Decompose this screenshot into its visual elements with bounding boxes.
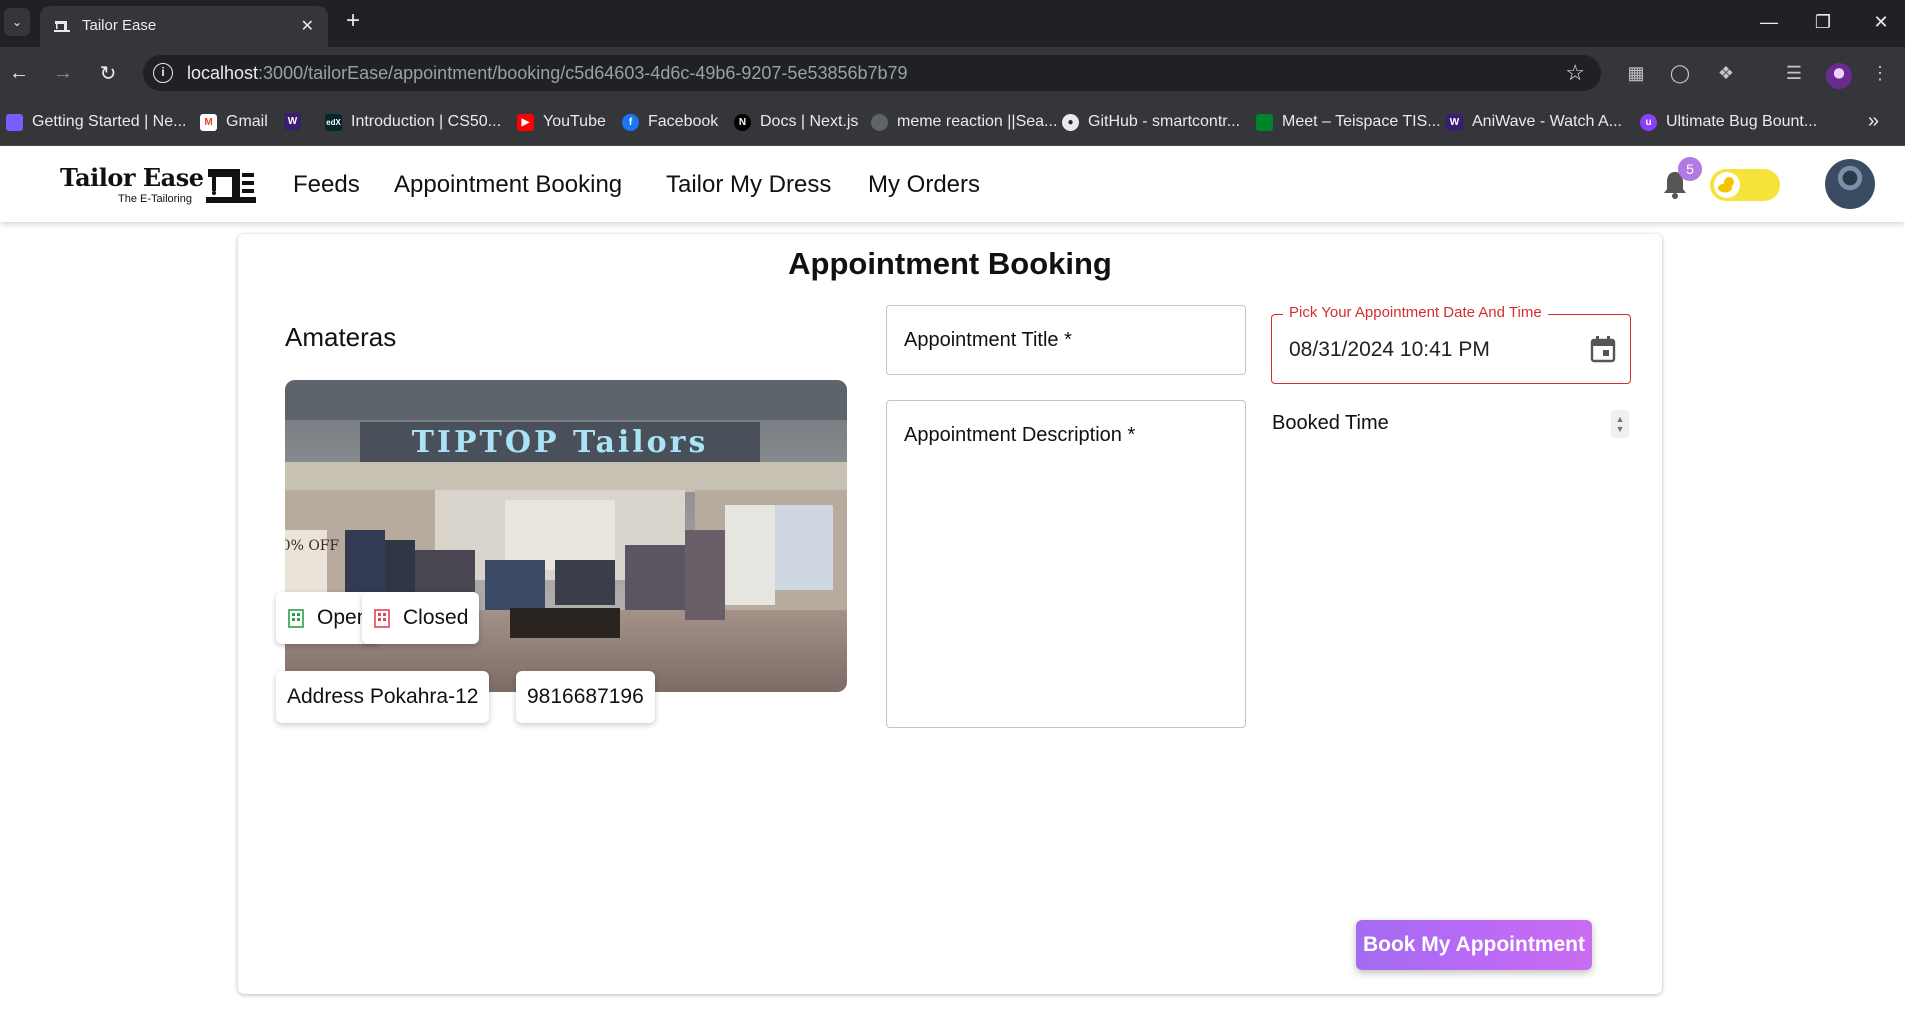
tab-search-chevron-icon[interactable]: ⌄ bbox=[4, 8, 30, 36]
w-icon: W bbox=[1446, 113, 1463, 131]
theme-toggle[interactable] bbox=[1710, 169, 1780, 201]
datetime-value: 08/31/2024 10:41 PM bbox=[1289, 338, 1490, 361]
bookmark-item[interactable]: W bbox=[284, 113, 310, 130]
browser-toolbar: ← → ↻ i localhost:3000/tailorEase/appoin… bbox=[0, 47, 1905, 98]
w-icon: W bbox=[284, 113, 301, 130]
browser-tab-active[interactable]: Tailor Ease ✕ bbox=[40, 6, 328, 47]
building-closed-icon bbox=[374, 609, 390, 628]
shield-icon bbox=[6, 113, 23, 131]
extensions-puzzle-icon[interactable]: ❖ bbox=[1714, 61, 1738, 85]
address-chip: Address Pokahra-12 bbox=[276, 671, 490, 723]
browser-profile-avatar[interactable] bbox=[1826, 63, 1852, 89]
forward-icon[interactable]: → bbox=[49, 59, 77, 87]
logo-subtitle: The E-Tailoring bbox=[118, 193, 192, 205]
meet-icon bbox=[1256, 113, 1273, 131]
bookmark-item[interactable]: Getting Started | Ne... bbox=[6, 113, 186, 131]
closed-status-chip[interactable]: Closed bbox=[362, 592, 480, 644]
address-text: Address Pokahra-12 bbox=[287, 685, 479, 708]
bookmark-item[interactable]: ▶ YouTube bbox=[517, 113, 606, 131]
edx-icon: edX bbox=[325, 113, 342, 131]
bookmarks-bar: Getting Started | Ne... M Gmail W edX Intr… bbox=[0, 98, 1905, 146]
nav-my-orders[interactable]: My Orders bbox=[868, 171, 980, 199]
youtube-icon: ▶ bbox=[517, 113, 534, 131]
more-bookmarks-icon[interactable]: » bbox=[1868, 110, 1879, 133]
phone-chip: 9816687196 bbox=[516, 671, 655, 723]
bookmark-item[interactable]: N Docs | Next.js bbox=[734, 113, 858, 131]
bookmark-item[interactable]: W AniWave - Watch A... bbox=[1446, 113, 1622, 131]
close-tab-icon[interactable]: ✕ bbox=[301, 16, 314, 36]
sun-cloud-icon bbox=[1714, 172, 1740, 198]
site-info-icon[interactable]: i bbox=[153, 63, 173, 83]
appointment-description-label: Appointment Description * bbox=[904, 424, 1136, 446]
reload-icon[interactable]: ↻ bbox=[94, 59, 122, 87]
new-tab-icon[interactable]: + bbox=[346, 7, 360, 35]
bookmark-item[interactable]: f Facebook bbox=[622, 113, 718, 131]
close-window-icon[interactable]: ✕ bbox=[1866, 8, 1896, 36]
nextjs-icon: N bbox=[734, 113, 751, 131]
shop-name: Amateras bbox=[285, 322, 397, 352]
gmail-icon: M bbox=[200, 113, 217, 131]
url-text[interactable]: localhost:3000/tailorEase/appointment/bo… bbox=[187, 63, 908, 84]
datetime-label: Pick Your Appointment Date And Time bbox=[1283, 304, 1548, 321]
logo-title: Tailor Ease bbox=[60, 163, 204, 192]
nav-tailor-my-dress[interactable]: Tailor My Dress bbox=[666, 171, 831, 199]
tab-title: Tailor Ease bbox=[82, 17, 157, 34]
nav-feeds[interactable]: Feeds bbox=[293, 171, 360, 199]
browser-tab-bar: ⌄ Tailor Ease ✕ + — ❐ ✕ bbox=[0, 0, 1905, 47]
bookmark-item[interactable]: M Gmail bbox=[200, 113, 268, 131]
github-icon: ● bbox=[1062, 113, 1079, 131]
booked-time-label: Booked Time bbox=[1272, 412, 1389, 434]
shop-photo: TIPTOP Tailors 30% OFF bbox=[285, 380, 847, 692]
spinner-up-icon[interactable]: ▲ bbox=[1616, 414, 1625, 424]
calculator-extension-icon[interactable]: ▦ bbox=[1624, 61, 1648, 85]
minimize-icon[interactable]: — bbox=[1754, 8, 1784, 36]
book-appointment-button[interactable]: Book My Appointment bbox=[1356, 920, 1592, 970]
notification-count-badge: 5 bbox=[1678, 157, 1702, 181]
phone-text: 9816687196 bbox=[527, 685, 644, 708]
closed-label: Closed bbox=[403, 606, 469, 629]
restore-icon[interactable]: ❐ bbox=[1808, 8, 1838, 36]
appointment-description-textarea[interactable]: Appointment Description * bbox=[886, 400, 1246, 728]
appointment-booking-card: Appointment Booking Amateras TIPTOP Tail… bbox=[238, 234, 1662, 994]
sewing-machine-icon bbox=[206, 169, 256, 203]
media-controls-icon[interactable]: ☰ bbox=[1782, 61, 1806, 85]
globe-icon bbox=[871, 113, 888, 131]
user-avatar[interactable] bbox=[1825, 159, 1875, 209]
bookmark-star-icon[interactable]: ☆ bbox=[1565, 60, 1585, 86]
browser-menu-icon[interactable]: ⋮ bbox=[1868, 61, 1892, 85]
building-open-icon bbox=[288, 609, 304, 628]
bookmark-item[interactable]: meme reaction ||Sea... bbox=[871, 113, 1057, 131]
nav-appointment-booking[interactable]: Appointment Booking bbox=[394, 171, 622, 199]
booked-time-spinner[interactable]: ▲ ▼ bbox=[1611, 410, 1629, 438]
back-icon[interactable]: ← bbox=[5, 59, 33, 87]
appointment-datetime-picker[interactable]: Pick Your Appointment Date And Time 08/3… bbox=[1271, 304, 1631, 384]
open-label: Open bbox=[317, 606, 369, 629]
page-title: Appointment Booking bbox=[788, 246, 1112, 281]
appointment-title-input[interactable]: Appointment Title * bbox=[886, 305, 1246, 375]
appointment-title-label: Appointment Title * bbox=[904, 329, 1072, 351]
bookmark-item[interactable]: Meet – Teispace TIS... bbox=[1256, 113, 1441, 131]
bookmark-item[interactable]: edX Introduction | CS50... bbox=[325, 113, 501, 131]
spinner-down-icon[interactable]: ▼ bbox=[1616, 424, 1625, 434]
facebook-icon: f bbox=[622, 113, 639, 131]
bug-icon: u bbox=[1640, 113, 1657, 131]
shop-sign-text: TIPTOP Tailors bbox=[412, 425, 709, 460]
app-navbar: Tailor Ease The E-Tailoring Feeds Appoin… bbox=[0, 147, 1905, 222]
tailor-ease-logo[interactable]: Tailor Ease The E-Tailoring bbox=[60, 163, 260, 211]
bookmark-item[interactable]: ● GitHub - smartcontr... bbox=[1062, 113, 1240, 131]
address-bar[interactable]: i localhost:3000/tailorEase/appointment/… bbox=[143, 55, 1601, 91]
bookmark-item[interactable]: u Ultimate Bug Bount... bbox=[1640, 113, 1817, 131]
sewing-machine-favicon-icon bbox=[54, 21, 70, 32]
sale-sign-text: 30% OFF bbox=[285, 538, 340, 554]
mouse-extension-icon[interactable]: ◯ bbox=[1668, 61, 1692, 85]
calendar-icon[interactable] bbox=[1590, 335, 1616, 363]
